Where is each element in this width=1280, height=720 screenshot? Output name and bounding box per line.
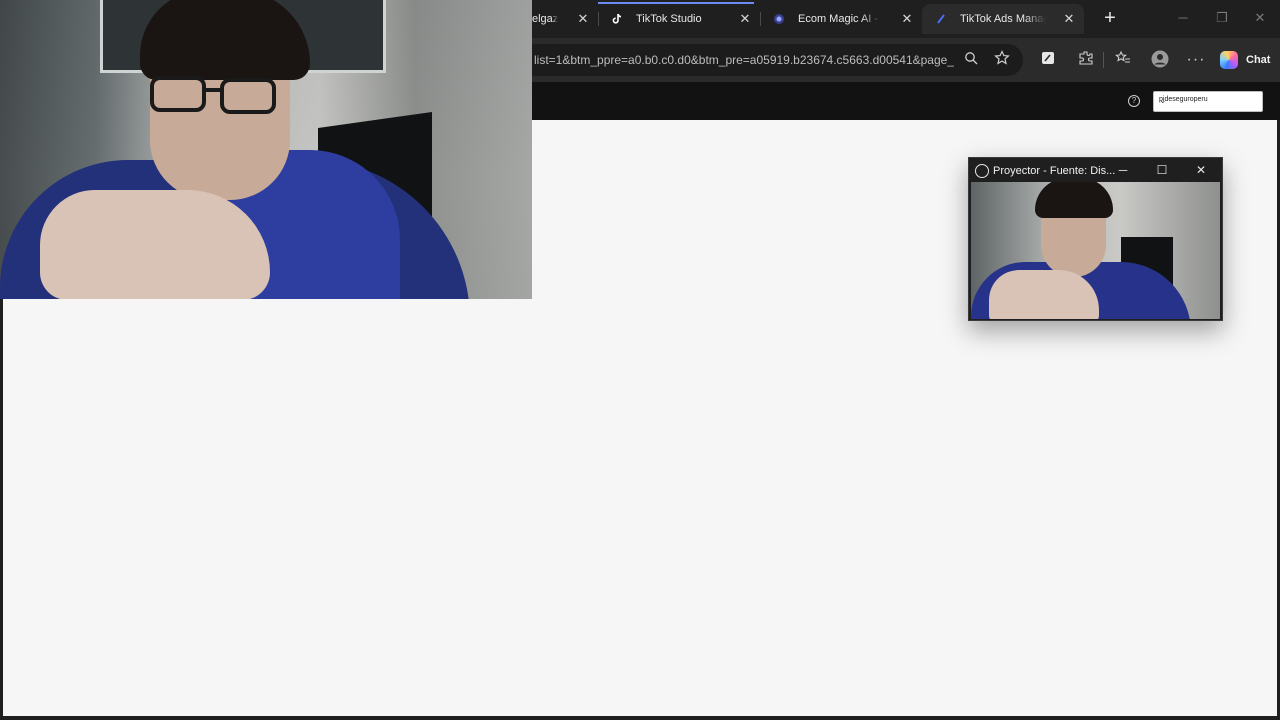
toolbar-divider — [1103, 52, 1104, 68]
feed-person-hand — [989, 270, 1099, 319]
copilot-chat-button[interactable]: Chat — [1220, 48, 1270, 72]
tab-title: TikTok Ads Manage — [960, 13, 1046, 25]
projector-maximize-icon[interactable]: ☐ — [1154, 162, 1170, 178]
address-bar[interactable]: list=1&btm_ppre=a0.b0.c0.d0&btm_pre=a059… — [520, 44, 1023, 76]
webcam-person-hair — [140, 0, 310, 80]
feed-person-hair — [1035, 182, 1113, 218]
tab-tiktok-ads-manager[interactable]: TikTok Ads Manage ✕ — [922, 4, 1084, 34]
extensions-icon[interactable] — [1076, 50, 1096, 70]
window-close-icon[interactable]: ✕ — [1252, 11, 1268, 25]
close-tab-icon[interactable]: ✕ — [738, 12, 752, 26]
chat-label: Chat — [1246, 54, 1271, 66]
favorite-star-icon[interactable] — [992, 50, 1012, 70]
account-selector[interactable]: pideseguroperu ⌄ — [1153, 91, 1263, 112]
close-tab-icon[interactable]: ✕ — [576, 12, 590, 26]
ecom-magic-icon — [772, 12, 786, 26]
address-url: list=1&btm_ppre=a0.b0.c0.d0&btm_pre=a059… — [534, 53, 954, 67]
obs-icon — [975, 164, 989, 178]
webcam-overlay — [0, 0, 532, 299]
more-icon[interactable]: ··· — [1186, 50, 1206, 70]
help-icon[interactable]: ? — [1128, 95, 1140, 107]
copilot-icon — [1220, 51, 1238, 69]
close-tab-icon[interactable]: ✕ — [1062, 12, 1076, 26]
extension-icon[interactable] — [1038, 50, 1058, 70]
tiktok-ads-icon — [934, 12, 948, 26]
minimize-icon[interactable]: ─ — [1175, 11, 1191, 25]
projector-window[interactable]: Proyector - Fuente: Dis... ─ ☐ ✕ — [968, 157, 1223, 321]
new-tab-button[interactable]: + — [1100, 8, 1120, 29]
restore-icon[interactable]: ❐ — [1214, 11, 1230, 25]
projector-video-feed — [971, 182, 1220, 319]
tab-partial[interactable]: elgaz ✕ — [532, 4, 598, 34]
projector-title: Proyector - Fuente: Dis... — [993, 165, 1116, 177]
projector-close-icon[interactable]: ✕ — [1193, 162, 1209, 178]
profile-icon[interactable] — [1150, 50, 1170, 70]
zoom-icon[interactable] — [961, 50, 981, 70]
tab-title: elgaz — [532, 13, 558, 25]
webcam-person-hand — [40, 190, 270, 299]
tab-ecom-magic[interactable]: Ecom Magic AI - AI ✕ — [760, 4, 922, 34]
tab-tiktok-studio[interactable]: TikTok Studio ✕ — [598, 4, 760, 34]
tab-title: Ecom Magic AI - AI — [798, 13, 882, 25]
webcam-person-glasses — [150, 76, 276, 114]
tab-title: TikTok Studio — [636, 13, 702, 25]
close-tab-icon[interactable]: ✕ — [900, 12, 914, 26]
chevron-down-icon: ⌄ — [1159, 95, 1167, 105]
projector-minimize-icon[interactable]: ─ — [1115, 162, 1131, 178]
tiktok-icon — [610, 12, 624, 26]
favorites-icon[interactable] — [1113, 50, 1133, 70]
